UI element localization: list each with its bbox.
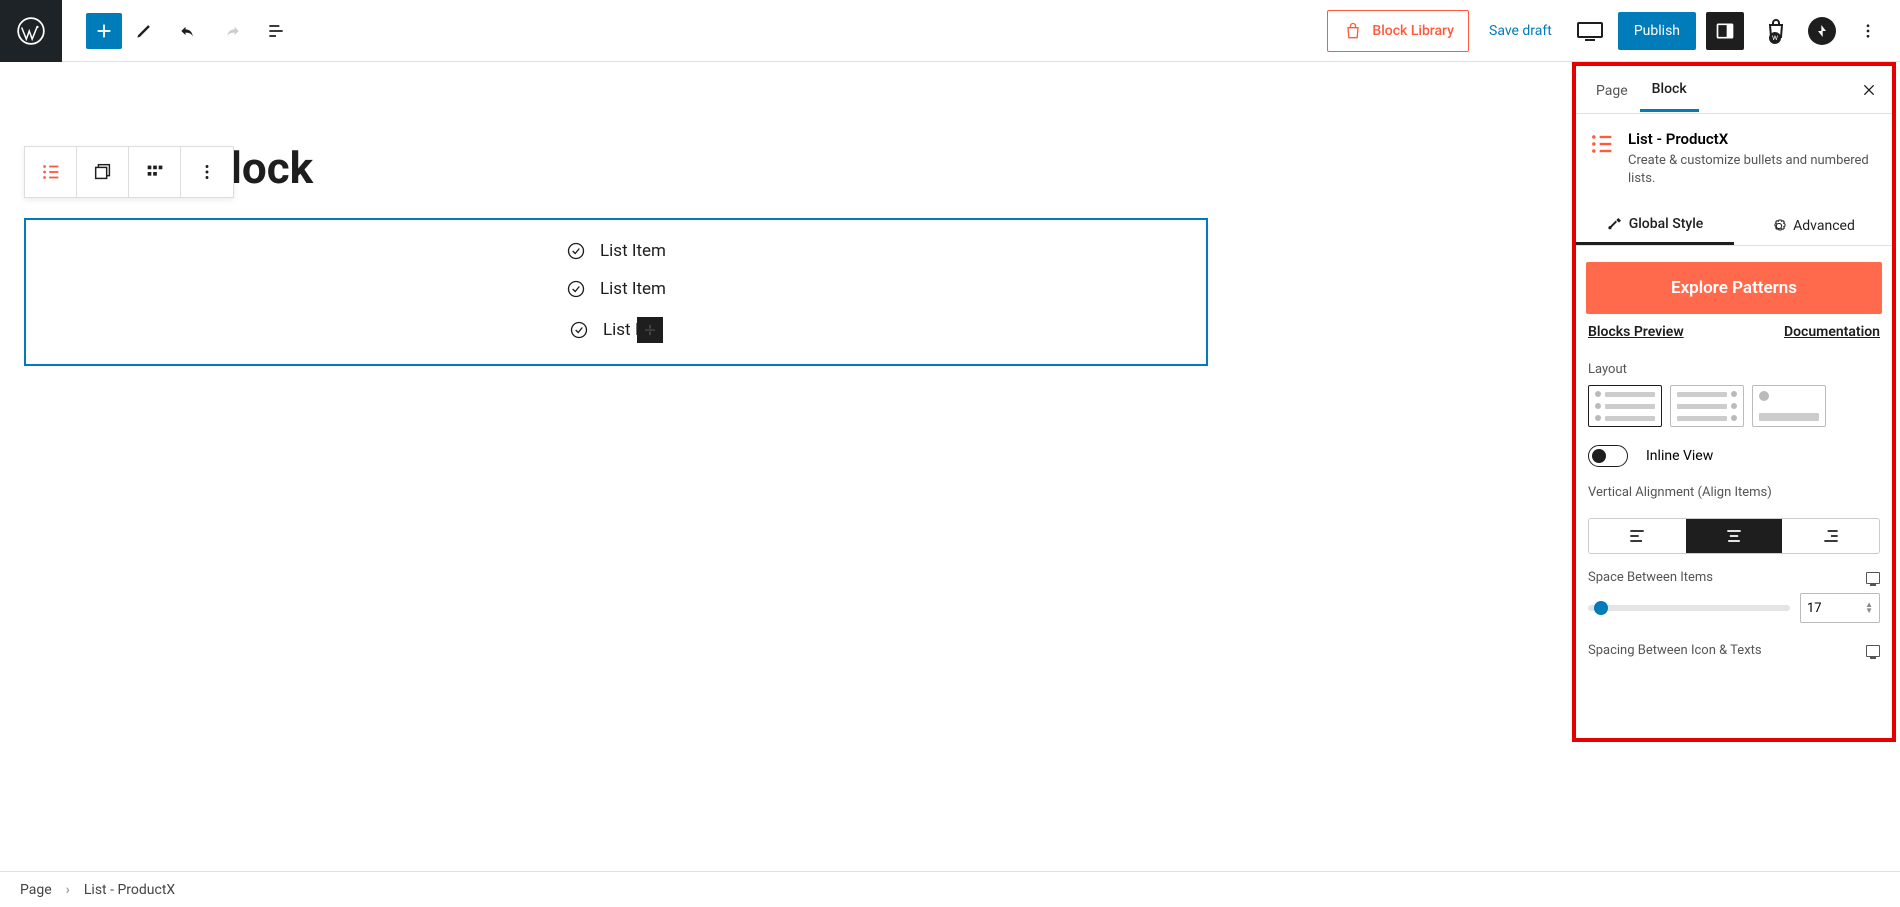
add-list-item-button[interactable] bbox=[637, 317, 663, 343]
space-between-controls: 17 ▲▼ bbox=[1576, 589, 1892, 633]
spacing-icon-text-row: Spacing Between Icon & Texts bbox=[1576, 633, 1892, 662]
edit-tool-button[interactable] bbox=[122, 9, 166, 53]
valign-center-button[interactable] bbox=[1686, 519, 1783, 553]
save-draft-link[interactable]: Save draft bbox=[1479, 23, 1562, 39]
block-parent-button[interactable] bbox=[77, 147, 129, 197]
document-outline-button[interactable] bbox=[254, 9, 298, 53]
more-options-button[interactable] bbox=[1846, 9, 1890, 53]
dots-vertical-icon bbox=[1859, 22, 1877, 40]
breadcrumb: Page › List - ProductX bbox=[0, 871, 1900, 907]
space-between-label: Space Between Items bbox=[1588, 570, 1713, 585]
block-move-button[interactable] bbox=[129, 147, 181, 197]
align-bottom-icon bbox=[1821, 526, 1841, 546]
wordpress-logo[interactable] bbox=[0, 0, 62, 62]
gear-icon bbox=[1771, 218, 1787, 234]
list-item[interactable]: List Item bbox=[566, 270, 666, 308]
block-name: List - ProductX bbox=[1628, 130, 1880, 148]
check-circle-icon bbox=[566, 241, 586, 261]
inline-view-row: Inline View bbox=[1576, 431, 1892, 471]
list-block[interactable]: List Item List Item List It bbox=[24, 218, 1208, 366]
preview-button[interactable] bbox=[1572, 13, 1608, 49]
layout-section: Layout bbox=[1576, 354, 1892, 431]
list-item-text: List Item bbox=[600, 279, 666, 299]
inline-view-toggle[interactable] bbox=[1588, 445, 1628, 467]
list-item[interactable]: List It bbox=[569, 308, 663, 352]
spacing-icon-text-label: Spacing Between Icon & Texts bbox=[1588, 643, 1762, 658]
check-circle-icon bbox=[569, 320, 589, 340]
tab-page[interactable]: Page bbox=[1584, 69, 1640, 111]
inline-view-label: Inline View bbox=[1646, 448, 1713, 464]
blocks-preview-link[interactable]: Blocks Preview bbox=[1588, 324, 1684, 340]
block-library-label: Block Library bbox=[1372, 23, 1454, 39]
subtab-advanced[interactable]: Advanced bbox=[1734, 206, 1892, 245]
tab-block[interactable]: Block bbox=[1640, 67, 1699, 112]
bolt-icon bbox=[1814, 23, 1830, 39]
align-center-icon bbox=[1724, 526, 1744, 546]
documentation-link[interactable]: Documentation bbox=[1784, 324, 1880, 340]
breadcrumb-current[interactable]: List - ProductX bbox=[84, 882, 175, 898]
pencil-icon bbox=[134, 21, 154, 41]
sidebar-links: Blocks Preview Documentation bbox=[1576, 324, 1892, 354]
desktop-icon bbox=[1576, 21, 1604, 41]
settings-sidebar-toggle[interactable] bbox=[1706, 12, 1744, 50]
layout-label: Layout bbox=[1588, 362, 1880, 377]
list-block-icon bbox=[1588, 130, 1616, 158]
undo-icon bbox=[178, 21, 198, 41]
space-between-value: 17 bbox=[1807, 601, 1822, 616]
list-item[interactable]: List Item bbox=[566, 232, 666, 270]
space-between-row: Space Between Items bbox=[1576, 560, 1892, 589]
block-info: List - ProductX Create & customize bulle… bbox=[1576, 114, 1892, 206]
layout-option-left-bullets[interactable] bbox=[1588, 385, 1662, 427]
top-toolbar: Block Library Save draft Publish w bbox=[0, 0, 1900, 62]
responsive-device-icon[interactable] bbox=[1866, 572, 1880, 584]
dots-vertical-icon bbox=[196, 161, 218, 183]
shopping-bag-icon bbox=[1342, 21, 1364, 41]
plus-icon bbox=[93, 20, 115, 42]
list-item-text: List Item bbox=[600, 241, 666, 261]
explore-patterns-button[interactable]: Explore Patterns bbox=[1586, 262, 1882, 314]
undo-button[interactable] bbox=[166, 9, 210, 53]
publish-button[interactable]: Publish bbox=[1618, 12, 1696, 50]
chevron-right-icon: › bbox=[66, 882, 70, 898]
valign-top-button[interactable] bbox=[1589, 519, 1686, 553]
align-top-icon bbox=[1627, 526, 1647, 546]
subtab-global-style[interactable]: Global Style bbox=[1576, 206, 1734, 245]
block-type-button[interactable] bbox=[25, 147, 77, 197]
sidebar-subtabs: Global Style Advanced bbox=[1576, 206, 1892, 246]
plus-icon bbox=[640, 320, 660, 340]
subtab-advanced-label: Advanced bbox=[1793, 218, 1855, 234]
check-circle-icon bbox=[566, 279, 586, 299]
jetpack-button[interactable] bbox=[1808, 17, 1836, 45]
valign-label: Vertical Alignment (Align Items) bbox=[1588, 485, 1880, 500]
layout-option-right-bullets[interactable] bbox=[1670, 385, 1744, 427]
layout-option-icon-top[interactable] bbox=[1752, 385, 1826, 427]
sidebar-tabs: Page Block bbox=[1576, 66, 1892, 114]
sidebar-icon bbox=[1715, 21, 1735, 41]
list-icon bbox=[266, 21, 286, 41]
block-more-button[interactable] bbox=[181, 147, 233, 197]
brush-icon bbox=[1607, 216, 1623, 232]
redo-icon bbox=[222, 21, 242, 41]
breadcrumb-root[interactable]: Page bbox=[20, 882, 52, 898]
add-block-button[interactable] bbox=[86, 13, 122, 49]
wordpress-icon bbox=[17, 17, 45, 45]
topbar-right: Block Library Save draft Publish w bbox=[1327, 9, 1900, 53]
close-sidebar-button[interactable] bbox=[1854, 75, 1884, 105]
space-between-input[interactable]: 17 ▲▼ bbox=[1800, 593, 1880, 623]
stacked-cards-icon bbox=[92, 161, 114, 183]
list-bullet-icon bbox=[40, 161, 62, 183]
valign-buttons bbox=[1588, 518, 1880, 554]
valign-bottom-button[interactable] bbox=[1782, 519, 1879, 553]
block-description: Create & customize bullets and numbered … bbox=[1628, 152, 1880, 188]
redo-button[interactable] bbox=[210, 9, 254, 53]
subtab-global-label: Global Style bbox=[1629, 216, 1704, 232]
grid-icon bbox=[144, 161, 166, 183]
responsive-device-icon[interactable] bbox=[1866, 645, 1880, 657]
block-toolbar bbox=[24, 146, 234, 198]
block-library-button[interactable]: Block Library bbox=[1327, 10, 1469, 52]
productx-button[interactable]: w bbox=[1754, 9, 1798, 53]
settings-sidebar: Page Block List - ProductX Create & cust… bbox=[1572, 62, 1896, 742]
space-between-slider[interactable] bbox=[1588, 605, 1790, 611]
close-icon bbox=[1861, 82, 1877, 98]
